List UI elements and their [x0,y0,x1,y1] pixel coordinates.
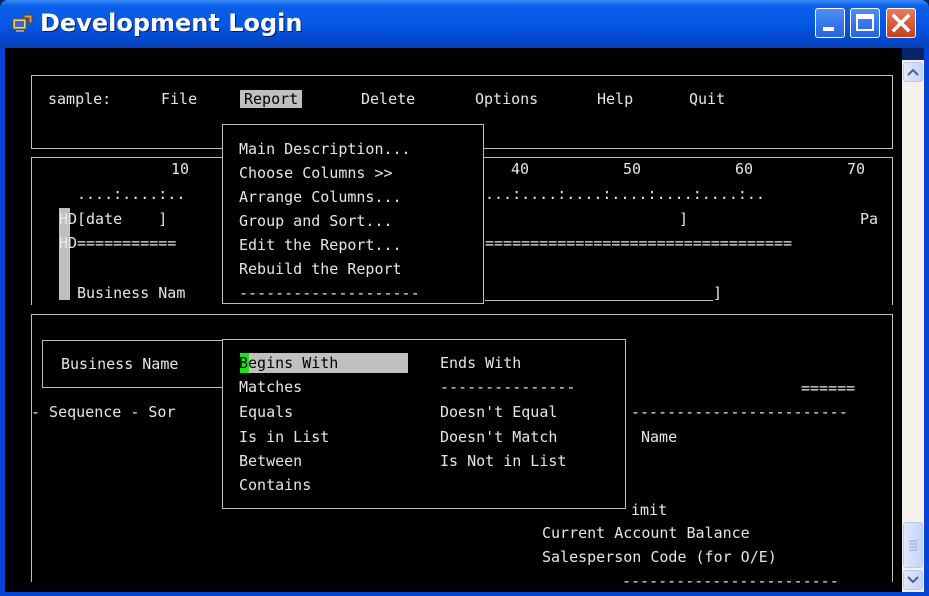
menu-delete[interactable]: Delete [361,90,415,108]
hd1-date-field: [date ] [77,210,168,228]
terminal-app-icon [12,12,34,34]
condition-doesnt-equal[interactable]: Doesn't Equal [440,403,557,421]
condition-matches[interactable]: Matches [239,378,302,396]
scroll-thumb[interactable] [903,522,923,568]
scroll-up-icon [907,68,919,76]
vertical-scrollbar[interactable] [902,60,924,592]
close-button[interactable] [886,8,916,38]
condition-ends-with[interactable]: Ends With [440,354,521,372]
condition-begins-with[interactable]: Begins With [239,354,338,372]
field-underline [485,300,713,301]
minimize-icon [823,27,834,31]
menu-quit[interactable]: Quit [689,90,725,108]
ruler-mark-50: 50 [623,160,642,178]
menu-help[interactable]: Help [597,90,633,108]
application-window: Development Login sample: File Report De… [0,0,929,596]
report-menu-group-sort[interactable]: Group and Sort... [239,212,393,230]
scroll-up-button[interactable] [903,62,923,82]
report-menu-separator: -------------------- [239,284,420,302]
window-frame-right [924,48,929,596]
ruler-mark-40: 40 [511,160,530,178]
menu-options[interactable]: Options [475,90,538,108]
hd2-line-left: =========== [77,234,177,252]
window-title: Development Login [40,9,303,37]
scroll-thumb-icon [909,540,917,551]
ruler-dots-left: ....:....:.. [77,185,186,203]
hd2-line-right: ================================== [485,234,793,252]
bottom-dash-rule: ------------------------ [622,572,839,590]
condition-between[interactable]: Between [239,452,302,470]
terminal-screen[interactable]: sample: File Report Delete Options Help … [5,48,902,592]
dash-rule: ------------------------ [631,403,848,421]
salesperson-code-label: Salesperson Code (for O/E) [542,548,777,566]
hd1-page: Pa [860,210,879,228]
report-menu-arrange-columns[interactable]: Arrange Columns... [239,188,402,206]
window-frame-bottom [0,592,929,596]
condition-is-not-in-list[interactable]: Is Not in List [440,452,566,470]
selection-field-name: Business Name [61,355,179,373]
ruler-mark-60: 60 [735,160,754,178]
hd1-bracket: ] [679,210,689,228]
condition-equals[interactable]: Equals [239,403,293,421]
close-icon [891,13,911,33]
sequence-label: - Sequence - Sor [31,403,176,421]
ruler-mark-70: 70 [847,160,866,178]
maximize-button[interactable] [850,8,880,38]
equals-rule: ====== [801,379,856,397]
current-balance-label: Current Account Balance [542,524,750,542]
name-label: Name [641,428,678,446]
report-menu-edit-report[interactable]: Edit the Report... [239,236,402,254]
limit-label: imit [631,501,668,519]
hd-label-2: HD [59,234,78,252]
ruler-mark-10: 10 [171,160,190,178]
menu-report[interactable]: Report [240,90,303,108]
menubar-prefix: sample: [48,90,112,108]
business-name-column: Business Nam [77,284,186,302]
report-menu-choose-columns[interactable]: Choose Columns >> [239,164,393,182]
condition-doesnt-match[interactable]: Doesn't Match [440,428,557,446]
hd-label-1: HD [59,210,78,228]
scroll-down-button[interactable] [903,570,923,590]
condition-is-in-list[interactable]: Is in List [239,428,329,446]
ruler-dots-right: ...:....:....:....:....:....:.. [485,185,765,203]
minimize-button[interactable] [815,8,845,38]
report-menu-rebuild-report[interactable]: Rebuild the Report [239,260,402,278]
menu-file[interactable]: File [161,90,197,108]
maximize-icon [856,14,874,31]
condition-contains[interactable]: Contains [239,476,311,494]
report-menu-main-description[interactable]: Main Description... [239,140,411,158]
condition-separator: --------------- [440,378,576,396]
scroll-down-icon [907,576,919,584]
title-bar[interactable]: Development Login [0,0,929,48]
field-underline-end: ] [713,284,723,302]
